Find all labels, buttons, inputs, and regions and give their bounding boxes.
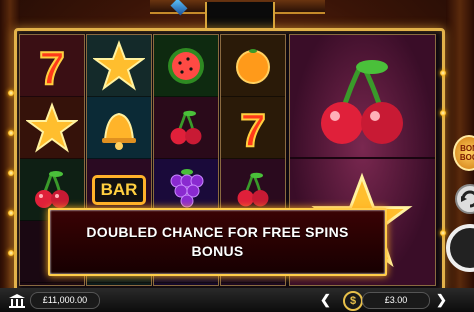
chevron-right-icon[interactable]: ❯ <box>436 288 447 312</box>
chevron-left-icon[interactable]: ❮ <box>320 288 331 312</box>
light-bulb <box>8 210 14 216</box>
bank-icon[interactable] <box>8 288 26 312</box>
light-bulb <box>8 90 14 96</box>
light-bulb <box>440 70 446 76</box>
coin-icon: $ <box>343 291 363 311</box>
symbol-seven-icon: 7 <box>20 35 84 97</box>
bottom-bar: £11,000.00 ❮ $ £3.00 ❯ <box>0 288 474 312</box>
free-spins-banner: DOUBLED CHANCE FOR FREE SPINS BONUS <box>48 208 387 276</box>
autoplay-button[interactable] <box>455 184 474 214</box>
light-bulb <box>440 110 446 116</box>
symbol-seven-icon: 7 <box>221 97 285 159</box>
symbol-star-icon <box>87 35 151 97</box>
balance-display: £11,000.00 <box>30 292 100 309</box>
bet-value: £3.00 <box>384 295 408 305</box>
symbol-star-icon <box>20 97 84 159</box>
banner-line1: DOUBLED CHANCE FOR FREE SPINS <box>86 224 349 240</box>
bonus-badge-line2: BOO <box>459 153 474 162</box>
big-reel-divider <box>290 157 435 159</box>
bet-display: £3.00 <box>362 292 430 309</box>
light-bulb <box>8 130 14 136</box>
light-bulb <box>440 230 446 236</box>
symbol-bell-icon <box>87 97 151 159</box>
banner-line2: BONUS <box>191 243 244 259</box>
light-bulb <box>8 170 14 176</box>
big-cherry-icon <box>312 57 412 152</box>
symbol-cherry-icon <box>154 97 218 159</box>
symbol-watermelon-icon <box>154 35 218 97</box>
svg-text:7: 7 <box>39 42 65 90</box>
balance-value: £11,000.00 <box>42 295 88 305</box>
symbol-orange-icon <box>221 35 285 97</box>
bonus-badge-line1: BON <box>460 144 474 153</box>
svg-text:7: 7 <box>240 104 266 152</box>
light-bulb <box>8 250 14 256</box>
autoplay-icon <box>461 190 474 208</box>
